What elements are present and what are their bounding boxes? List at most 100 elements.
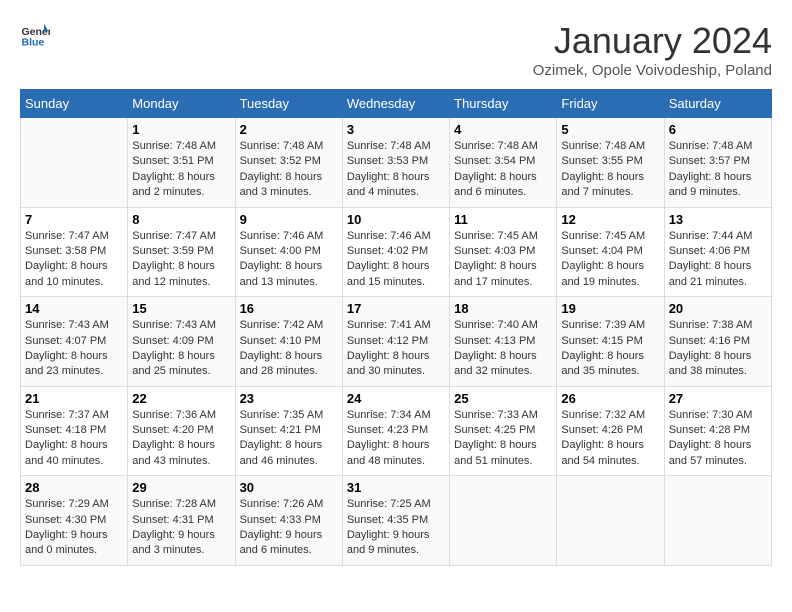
calendar-cell: 22 Sunrise: 7:36 AM Sunset: 4:20 PM Dayli… <box>128 386 235 476</box>
day-info: Sunrise: 7:25 AM Sunset: 4:35 PM Dayligh… <box>347 497 445 559</box>
calendar-cell: 28 Sunrise: 7:29 AM Sunset: 4:30 PM Dayli… <box>21 476 128 566</box>
day-info: Sunrise: 7:34 AM Sunset: 4:23 PM Dayligh… <box>347 408 445 470</box>
weekday-header-tuesday: Tuesday <box>235 90 342 118</box>
day-info: Sunrise: 7:48 AM Sunset: 3:53 PM Dayligh… <box>347 139 445 201</box>
calendar-week-5: 28 Sunrise: 7:29 AM Sunset: 4:30 PM Dayli… <box>21 476 772 566</box>
calendar-cell: 24 Sunrise: 7:34 AM Sunset: 4:23 PM Dayli… <box>342 386 449 476</box>
calendar-cell: 1Sunrise: 7:48 AM Sunset: 3:51 PM Daylig… <box>128 118 235 208</box>
day-number: 17 <box>347 301 445 316</box>
calendar-cell: 27 Sunrise: 7:30 AM Sunset: 4:28 PM Dayli… <box>664 386 771 476</box>
day-number: 23 <box>240 391 338 406</box>
calendar-cell: 4 Sunrise: 7:48 AM Sunset: 3:54 PM Daylig… <box>450 118 557 208</box>
day-info: Sunrise: 7:47 AM Sunset: 3:58 PM Dayligh… <box>25 229 123 291</box>
calendar-cell: 20Sunrise: 7:38 AM Sunset: 4:16 PM Dayli… <box>664 297 771 387</box>
day-number: 21 <box>25 391 123 406</box>
day-number: 8 <box>132 212 230 227</box>
day-number: 10 <box>347 212 445 227</box>
day-info: Sunrise: 7:45 AM Sunset: 4:04 PM Dayligh… <box>561 229 659 291</box>
day-info: Sunrise: 7:43 AM Sunset: 4:07 PM Dayligh… <box>25 318 123 380</box>
day-info: Sunrise: 7:30 AM Sunset: 4:28 PM Dayligh… <box>669 408 767 470</box>
weekday-header-wednesday: Wednesday <box>342 90 449 118</box>
day-info: Sunrise: 7:41 AM Sunset: 4:12 PM Dayligh… <box>347 318 445 380</box>
month-title: January 2024 <box>533 20 772 62</box>
day-info: Sunrise: 7:45 AM Sunset: 4:03 PM Dayligh… <box>454 229 552 291</box>
day-number: 26 <box>561 391 659 406</box>
title-section: January 2024 Ozimek, Opole Voivodeship, … <box>533 20 772 79</box>
day-info: Sunrise: 7:40 AM Sunset: 4:13 PM Dayligh… <box>454 318 552 380</box>
calendar-cell: 26 Sunrise: 7:32 AM Sunset: 4:26 PM Dayli… <box>557 386 664 476</box>
day-info: Sunrise: 7:46 AM Sunset: 4:00 PM Dayligh… <box>240 229 338 291</box>
logo-icon: General Blue <box>20 20 50 50</box>
calendar-cell: 19 Sunrise: 7:39 AM Sunset: 4:15 PM Dayli… <box>557 297 664 387</box>
day-number: 3 <box>347 122 445 137</box>
day-number: 13 <box>669 212 767 227</box>
day-number: 25 <box>454 391 552 406</box>
day-number: 5 <box>561 122 659 137</box>
day-info: Sunrise: 7:29 AM Sunset: 4:30 PM Dayligh… <box>25 497 123 559</box>
calendar-week-1: 1Sunrise: 7:48 AM Sunset: 3:51 PM Daylig… <box>21 118 772 208</box>
day-number: 22 <box>132 391 230 406</box>
day-number: 16 <box>240 301 338 316</box>
location-subtitle: Ozimek, Opole Voivodeship, Poland <box>533 62 772 79</box>
weekday-header-sunday: Sunday <box>21 90 128 118</box>
calendar-table: SundayMondayTuesdayWednesdayThursdayFrid… <box>20 89 772 566</box>
day-number: 30 <box>240 480 338 495</box>
svg-text:Blue: Blue <box>22 37 45 49</box>
day-number: 24 <box>347 391 445 406</box>
calendar-cell: 6 Sunrise: 7:48 AM Sunset: 3:57 PM Daylig… <box>664 118 771 208</box>
day-info: Sunrise: 7:48 AM Sunset: 3:57 PM Dayligh… <box>669 139 767 201</box>
day-info: Sunrise: 7:46 AM Sunset: 4:02 PM Dayligh… <box>347 229 445 291</box>
day-info: Sunrise: 7:39 AM Sunset: 4:15 PM Dayligh… <box>561 318 659 380</box>
day-info: Sunrise: 7:44 AM Sunset: 4:06 PM Dayligh… <box>669 229 767 291</box>
calendar-cell: 3 Sunrise: 7:48 AM Sunset: 3:53 PM Daylig… <box>342 118 449 208</box>
calendar-cell: 12 Sunrise: 7:45 AM Sunset: 4:04 PM Dayli… <box>557 207 664 297</box>
calendar-cell <box>21 118 128 208</box>
calendar-cell: 9Sunrise: 7:46 AM Sunset: 4:00 PM Daylig… <box>235 207 342 297</box>
calendar-cell: 21Sunrise: 7:37 AM Sunset: 4:18 PM Dayli… <box>21 386 128 476</box>
calendar-cell: 29 Sunrise: 7:28 AM Sunset: 4:31 PM Dayli… <box>128 476 235 566</box>
day-info: Sunrise: 7:36 AM Sunset: 4:20 PM Dayligh… <box>132 408 230 470</box>
day-number: 11 <box>454 212 552 227</box>
day-number: 12 <box>561 212 659 227</box>
day-info: Sunrise: 7:48 AM Sunset: 3:55 PM Dayligh… <box>561 139 659 201</box>
day-number: 6 <box>669 122 767 137</box>
calendar-cell: 13 Sunrise: 7:44 AM Sunset: 4:06 PM Dayli… <box>664 207 771 297</box>
day-number: 29 <box>132 480 230 495</box>
calendar-cell <box>664 476 771 566</box>
calendar-cell: 10 Sunrise: 7:46 AM Sunset: 4:02 PM Dayli… <box>342 207 449 297</box>
weekday-header-thursday: Thursday <box>450 90 557 118</box>
day-number: 19 <box>561 301 659 316</box>
day-number: 18 <box>454 301 552 316</box>
day-info: Sunrise: 7:48 AM Sunset: 3:52 PM Dayligh… <box>240 139 338 201</box>
day-number: 4 <box>454 122 552 137</box>
calendar-cell: 30Sunrise: 7:26 AM Sunset: 4:33 PM Dayli… <box>235 476 342 566</box>
calendar-week-3: 14Sunrise: 7:43 AM Sunset: 4:07 PM Dayli… <box>21 297 772 387</box>
day-number: 1 <box>132 122 230 137</box>
day-info: Sunrise: 7:35 AM Sunset: 4:21 PM Dayligh… <box>240 408 338 470</box>
calendar-cell: 31 Sunrise: 7:25 AM Sunset: 4:35 PM Dayli… <box>342 476 449 566</box>
day-number: 15 <box>132 301 230 316</box>
calendar-cell: 5 Sunrise: 7:48 AM Sunset: 3:55 PM Daylig… <box>557 118 664 208</box>
calendar-cell: 17 Sunrise: 7:41 AM Sunset: 4:12 PM Dayli… <box>342 297 449 387</box>
calendar-cell <box>557 476 664 566</box>
calendar-cell <box>450 476 557 566</box>
calendar-cell: 7 Sunrise: 7:47 AM Sunset: 3:58 PM Daylig… <box>21 207 128 297</box>
calendar-cell: 23 Sunrise: 7:35 AM Sunset: 4:21 PM Dayli… <box>235 386 342 476</box>
calendar-cell: 14Sunrise: 7:43 AM Sunset: 4:07 PM Dayli… <box>21 297 128 387</box>
day-number: 31 <box>347 480 445 495</box>
day-number: 28 <box>25 480 123 495</box>
calendar-week-2: 7 Sunrise: 7:47 AM Sunset: 3:58 PM Daylig… <box>21 207 772 297</box>
day-info: Sunrise: 7:42 AM Sunset: 4:10 PM Dayligh… <box>240 318 338 380</box>
calendar-cell: 25Sunrise: 7:33 AM Sunset: 4:25 PM Dayli… <box>450 386 557 476</box>
day-info: Sunrise: 7:38 AM Sunset: 4:16 PM Dayligh… <box>669 318 767 380</box>
day-number: 7 <box>25 212 123 227</box>
day-info: Sunrise: 7:48 AM Sunset: 3:54 PM Dayligh… <box>454 139 552 201</box>
calendar-cell: 8Sunrise: 7:47 AM Sunset: 3:59 PM Daylig… <box>128 207 235 297</box>
page-header: General Blue January 2024 Ozimek, Opole … <box>20 20 772 79</box>
weekday-header-saturday: Saturday <box>664 90 771 118</box>
calendar-cell: 11 Sunrise: 7:45 AM Sunset: 4:03 PM Dayli… <box>450 207 557 297</box>
day-info: Sunrise: 7:32 AM Sunset: 4:26 PM Dayligh… <box>561 408 659 470</box>
day-number: 27 <box>669 391 767 406</box>
day-info: Sunrise: 7:28 AM Sunset: 4:31 PM Dayligh… <box>132 497 230 559</box>
calendar-cell: 18 Sunrise: 7:40 AM Sunset: 4:13 PM Dayli… <box>450 297 557 387</box>
